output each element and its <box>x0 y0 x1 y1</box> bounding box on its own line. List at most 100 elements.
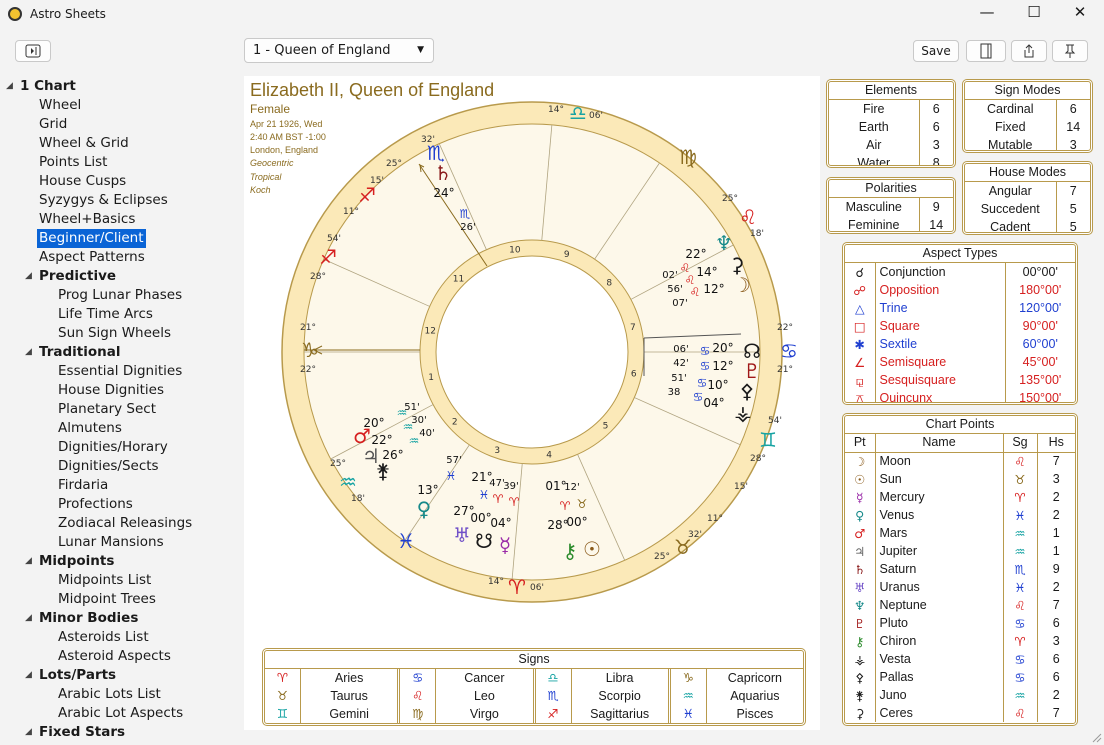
sidebar-item[interactable]: Asteroids List <box>58 628 149 647</box>
sagittarius-sign-icon: ♐ <box>358 183 376 207</box>
table-row[interactable]: ⚳ Ceres ♌ 7 <box>845 704 1075 722</box>
sidebar-item[interactable]: Grid <box>39 115 67 134</box>
planet-degree-label: 00° <box>470 511 491 525</box>
expand-triangle-icon[interactable]: ◢ <box>25 552 32 571</box>
sidebar-item[interactable]: Almutens <box>58 419 122 438</box>
sidebar-item[interactable]: Beginner/Client <box>37 229 146 248</box>
house-number: 6 <box>1036 614 1075 632</box>
table-row[interactable]: ♅ Uranus ♓ 2 <box>845 578 1075 596</box>
sidebar-item[interactable]: ◢ Traditional <box>25 343 121 362</box>
sidebar-item[interactable]: ◢ 1 Chart <box>6 77 76 96</box>
sign-legend-row: ♌ Leo <box>400 687 532 705</box>
point-name: Moon <box>874 452 1003 470</box>
table-row[interactable]: ☽ Moon ♌ 7 <box>845 452 1075 470</box>
zodiac-sign-icon: ♋ <box>400 669 437 687</box>
sidebar-item[interactable]: ◢ Minor Bodies <box>25 609 138 628</box>
sidebar-item[interactable]: Dignities/Sects <box>58 457 159 476</box>
sidebar-item[interactable]: Profections <box>58 495 133 514</box>
table-row[interactable]: ♀ Venus ♓ 2 <box>845 506 1075 524</box>
aspect-name: Sextile <box>874 335 1005 353</box>
expand-triangle-icon[interactable]: ◢ <box>25 343 32 362</box>
chart-wheel[interactable]: 123 456789101112 14°06'25°18'22°21°54'28°… <box>244 76 820 636</box>
aspect-row: ☍ Opposition 180°00' <box>845 281 1075 299</box>
stat-label: Succedent <box>980 201 1040 216</box>
sidebar-item[interactable]: Life Time Arcs <box>58 305 153 324</box>
sidebar-item[interactable]: Points List <box>39 153 107 172</box>
table-row[interactable]: ♆ Neptune ♌ 7 <box>845 596 1075 614</box>
table-row[interactable]: ☿ Mercury ♈ 2 <box>845 488 1075 506</box>
house-number: 7 <box>1036 452 1075 470</box>
sidebar-item[interactable]: House Cusps <box>39 172 126 191</box>
table-row[interactable]: ♂ Mars ♒ 1 <box>845 524 1075 542</box>
table-row[interactable]: ♇ Pluto ♋ 6 <box>845 614 1075 632</box>
sidebar-item[interactable]: Arabic Lots List <box>58 685 161 704</box>
sidebar-item[interactable]: Sun Sign Wheels <box>58 324 171 343</box>
expand-triangle-icon[interactable]: ◢ <box>25 666 32 685</box>
close-button[interactable]: ✕ <box>1057 0 1103 26</box>
sidebar-item-label: Midpoints <box>39 553 115 569</box>
house-number: 9 <box>564 250 570 260</box>
polarities-title: Polarities <box>829 180 953 198</box>
sign-legend-row: ♒ Aquarius <box>671 687 803 705</box>
sidebar-item[interactable]: Arabic Lot Aspects <box>58 704 183 723</box>
table-row[interactable]: ⚵ Juno ♒ 2 <box>845 686 1075 704</box>
sidebar-item[interactable]: ◢ Predictive <box>25 267 116 286</box>
sidebar-item[interactable]: Firdaria <box>58 476 108 495</box>
sidebar-item[interactable]: Wheel <box>39 96 81 115</box>
house-number: 2 <box>1036 686 1075 704</box>
sidebar-item[interactable]: Planetary Sect <box>58 400 156 419</box>
save-button[interactable]: Save <box>913 40 959 62</box>
table-row[interactable]: ⚴ Pallas ♋ 6 <box>845 668 1075 686</box>
sidebar-item[interactable]: Asteroid Aspects <box>58 647 171 666</box>
chart-select[interactable]: 1 - Queen of England ▼ <box>244 38 434 63</box>
sidebar-item[interactable]: ◢ Fixed Stars <box>25 723 125 742</box>
house-number: 9 <box>1036 560 1075 578</box>
expand-triangle-icon[interactable]: ◢ <box>25 609 32 628</box>
expand-triangle-icon[interactable]: ◢ <box>25 723 32 742</box>
stat-label: Fire <box>862 101 885 116</box>
sidebar-item[interactable]: Dignities/Horary <box>58 438 168 457</box>
cancer-small-icon: ♋ <box>697 376 708 390</box>
sidebar-item[interactable]: Essential Dignities <box>58 362 182 381</box>
table-row[interactable]: ☉ Sun ♉ 3 <box>845 470 1075 488</box>
toggle-sidebar-button[interactable] <box>15 40 51 62</box>
aspect-name: Opposition <box>874 281 1005 299</box>
sidebar-item[interactable]: ◢ Lots/Parts <box>25 666 116 685</box>
planet-glyph-icon: ♄ <box>854 561 866 577</box>
cusp-degree-label: 14° <box>548 105 564 115</box>
sidebar-item[interactable]: Zodiacal Releasings <box>58 514 192 533</box>
sign-glyph-icon: ♈ <box>1002 632 1037 650</box>
table-row[interactable]: ♃ Jupiter ♒ 1 <box>845 542 1075 560</box>
zodiac-sign-icon: ♍ <box>400 705 437 723</box>
table-row[interactable]: ⚶ Vesta ♋ 6 <box>845 650 1075 668</box>
expand-triangle-icon[interactable]: ◢ <box>6 77 13 96</box>
planet-glyph-icon: ☿ <box>855 489 864 505</box>
planet-glyph-icon: ⚴ <box>855 669 865 685</box>
sidebar-item[interactable]: ◢ Midpoints <box>25 552 115 571</box>
sidebar-item[interactable]: Syzygys & Eclipses <box>39 191 168 210</box>
resize-grip-icon[interactable] <box>1090 731 1102 743</box>
sidebar-item[interactable]: Aspect Patterns <box>39 248 145 267</box>
table-row[interactable]: ⚷ Chiron ♈ 3 <box>845 632 1075 650</box>
maximize-button[interactable]: ☐ <box>1011 0 1057 26</box>
planet-degree-label: 10° <box>707 378 728 392</box>
planet-glyph-icon: ♇ <box>854 615 866 631</box>
page-button[interactable] <box>966 40 1006 62</box>
sidebar-item[interactable]: House Dignities <box>58 381 164 400</box>
table-row[interactable]: ♄ Saturn ♏ 9 <box>845 560 1075 578</box>
elements-title: Elements <box>829 82 953 100</box>
stat-value: 5 <box>1055 218 1090 232</box>
sidebar-item[interactable]: Wheel & Grid <box>39 134 129 153</box>
expand-triangle-icon[interactable]: ◢ <box>25 267 32 286</box>
minimize-button[interactable]: — <box>964 0 1010 26</box>
sidebar-item[interactable]: Midpoint Trees <box>58 590 156 609</box>
house-modes-panel: House Modes Angular 7 Succedent 5 Cadent 5 <box>962 161 1093 235</box>
share-button[interactable] <box>1011 40 1047 62</box>
sidebar-item[interactable]: Lunar Mansions <box>58 533 164 552</box>
signs-legend: Signs ♈ Aries ♉ Taurus ♊ Gemini ♋ Cancer ♌ Leo ♍ Vi… <box>262 648 806 726</box>
sign-modes-title: Sign Modes <box>965 82 1090 100</box>
sidebar-item[interactable]: Prog Lunar Phases <box>58 286 182 305</box>
sidebar-item[interactable]: Midpoints List <box>58 571 151 590</box>
sidebar-item[interactable]: Wheel+Basics <box>39 210 135 229</box>
pin-button[interactable] <box>1052 40 1088 62</box>
